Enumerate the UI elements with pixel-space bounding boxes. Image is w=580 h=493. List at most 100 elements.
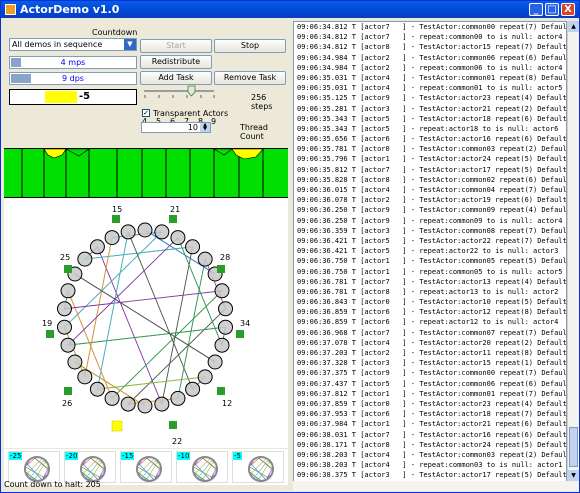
actor-node[interactable]: [67, 354, 83, 370]
actor-bars-svg: [21, 148, 264, 197]
snapshot-graph-icon: [192, 456, 218, 482]
snapshot-thumbnail[interactable]: -10: [176, 451, 228, 483]
graph-edge: [127, 231, 193, 390]
rate-mps-field[interactable]: 4 mps: [9, 56, 137, 69]
bar-peak: [43, 148, 67, 159]
add-task-button[interactable]: Add Task: [140, 71, 212, 85]
actor-node[interactable]: [60, 283, 76, 299]
demo-select[interactable]: All demos in sequence ▼: [9, 38, 137, 51]
actor-node[interactable]: [104, 390, 120, 406]
actor-node[interactable]: [185, 381, 201, 397]
chevron-down-icon[interactable]: ▼: [124, 39, 136, 50]
log-line: 09:06:37.328 T [actor3 ] - TestActor:act…: [297, 359, 567, 368]
level-indicator: -5: [9, 89, 137, 105]
log-line: 09:06:37.203 T [actor2 ] - TestActor:act…: [297, 349, 567, 357]
actor-node[interactable]: [185, 239, 201, 255]
actor-node[interactable]: [89, 239, 105, 255]
bar-peak: [231, 148, 264, 160]
log-line: 09:06:34.984 T [actor2 ] - repeat:common…: [297, 63, 563, 72]
worker-node: [46, 330, 54, 338]
actor-node[interactable]: [120, 224, 136, 240]
actor-node[interactable]: [60, 337, 76, 353]
redistribute-button[interactable]: Redistribute: [140, 55, 212, 69]
actor-graph[interactable]: 15 21 25 28 19 34 26 12 22: [4, 198, 288, 448]
log-line: 09:06:36.078 T [actor2 ] - TestActor:act…: [297, 196, 567, 205]
actor-node[interactable]: [137, 222, 153, 238]
actor-node[interactable]: [170, 230, 186, 246]
actor-node[interactable]: [214, 337, 230, 353]
close-button[interactable]: X: [561, 3, 575, 16]
log-line: 09:06:36.421 T [actor5 ] - repeat:actor2…: [297, 247, 559, 256]
log-line: 09:06:37.984 T [actor1 ] - TestActor:act…: [297, 420, 567, 429]
maximize-button[interactable]: □: [545, 3, 559, 16]
log-line: 09:06:36.781 T [actor8 ] - repeat:actor1…: [297, 287, 559, 296]
actor-node[interactable]: [154, 396, 170, 412]
node-label: 34: [240, 319, 250, 328]
log-line: 09:06:35.812 T [actor7 ] - TestActor:act…: [297, 165, 567, 174]
log-line: 09:06:36.750 T [actor1 ] - TestActor:com…: [297, 257, 567, 266]
snapshot-thumbnail[interactable]: -25: [8, 451, 60, 483]
stop-button[interactable]: Stop: [214, 39, 286, 53]
actor-node[interactable]: [104, 230, 120, 246]
log-line: 09:06:36.359 T [actor3 ] - TestActor:com…: [297, 226, 567, 235]
level-bar: [45, 91, 77, 103]
thread-slider[interactable]: [140, 85, 220, 101]
actor-node[interactable]: [56, 319, 72, 335]
actor-node[interactable]: [154, 224, 170, 240]
scroll-thumb[interactable]: [569, 427, 578, 467]
actor-node[interactable]: [120, 396, 136, 412]
rate-dps-value: 9 dps: [62, 74, 84, 83]
demo-select-value: All demos in sequence: [12, 40, 103, 49]
log-line: 09:06:35.281 T [actor3 ] - TestActor:act…: [297, 104, 567, 113]
transparent-label: Transparent Actors: [153, 109, 229, 118]
log-vertical-scrollbar[interactable]: ▲ ▼: [567, 21, 579, 491]
node-label: 21: [170, 205, 180, 214]
actor-node[interactable]: [214, 283, 230, 299]
active-worker-node: [111, 420, 123, 432]
remove-task-button[interactable]: Remove Task: [214, 71, 286, 85]
title-bar[interactable]: ActorDemo v1.0 _ □ X: [1, 1, 579, 18]
bar-dip: [65, 148, 90, 157]
snapshot-thumbnail[interactable]: -5: [232, 451, 284, 483]
scroll-up-icon[interactable]: ▲: [568, 21, 579, 32]
actor-node[interactable]: [218, 301, 234, 317]
log-line: 09:06:37.812 T [actor1 ] - TestActor:com…: [297, 389, 567, 398]
rate-dps-fill: [11, 74, 31, 83]
log-line: 09:06:37.437 T [actor5 ] - TestActor:com…: [297, 379, 567, 388]
transparent-checkbox[interactable]: ✓: [142, 109, 150, 117]
actor-node[interactable]: [218, 319, 234, 335]
start-button[interactable]: Start: [140, 39, 212, 53]
slider-ticks: [144, 95, 215, 98]
slider-thumb[interactable]: [187, 85, 196, 97]
actor-node[interactable]: [197, 251, 213, 267]
log-horizontal-scrollbar[interactable]: [293, 481, 579, 491]
log-line: 09:06:36.250 T [actor9 ] - TestActor:com…: [297, 206, 567, 215]
log-line: 09:06:37.859 T [actor0 ] - TestActor:act…: [297, 399, 567, 408]
worker-node: [236, 330, 244, 338]
actor-node[interactable]: [77, 251, 93, 267]
thread-count-spinner[interactable]: 10 ▲ ▼: [141, 122, 211, 133]
log-line: 09:06:38.203 T [actor4 ] - repeat:common…: [297, 461, 563, 470]
rate-dps-field[interactable]: 9 dps: [9, 72, 137, 85]
log-line: 09:06:34.812 T [actor7 ] - repeat:common…: [297, 33, 563, 42]
spinner-arrows-icon[interactable]: ▲ ▼: [200, 123, 210, 132]
snapshot-thumbnail[interactable]: -15: [120, 451, 172, 483]
graph-edge: [112, 231, 162, 239]
minimize-button[interactable]: _: [529, 3, 543, 16]
worker-node: [64, 265, 72, 273]
log-line: 09:06:38.171 T [actor8 ] - TestActor:act…: [297, 440, 567, 449]
actor-node[interactable]: [207, 354, 223, 370]
actor-node[interactable]: [56, 301, 72, 317]
scroll-down-icon[interactable]: ▼: [568, 470, 579, 481]
actor-node[interactable]: [197, 369, 213, 385]
log-line: 09:06:36.250 T [actor9 ] - repeat:common…: [297, 216, 563, 225]
actor-node[interactable]: [170, 390, 186, 406]
actor-node[interactable]: [137, 398, 153, 414]
actor-node[interactable]: [77, 369, 93, 385]
node-label: 22: [172, 437, 182, 446]
log-line: 09:06:37.078 T [actor4 ] - TestActor:act…: [297, 338, 567, 347]
snapshot-graph-icon: [24, 456, 50, 482]
actor-node[interactable]: [89, 381, 105, 397]
log-panel[interactable]: 09:06:34.812 T [actor7 ] - TestActor:com…: [293, 21, 567, 491]
snapshot-thumbnail[interactable]: -20: [64, 451, 116, 483]
